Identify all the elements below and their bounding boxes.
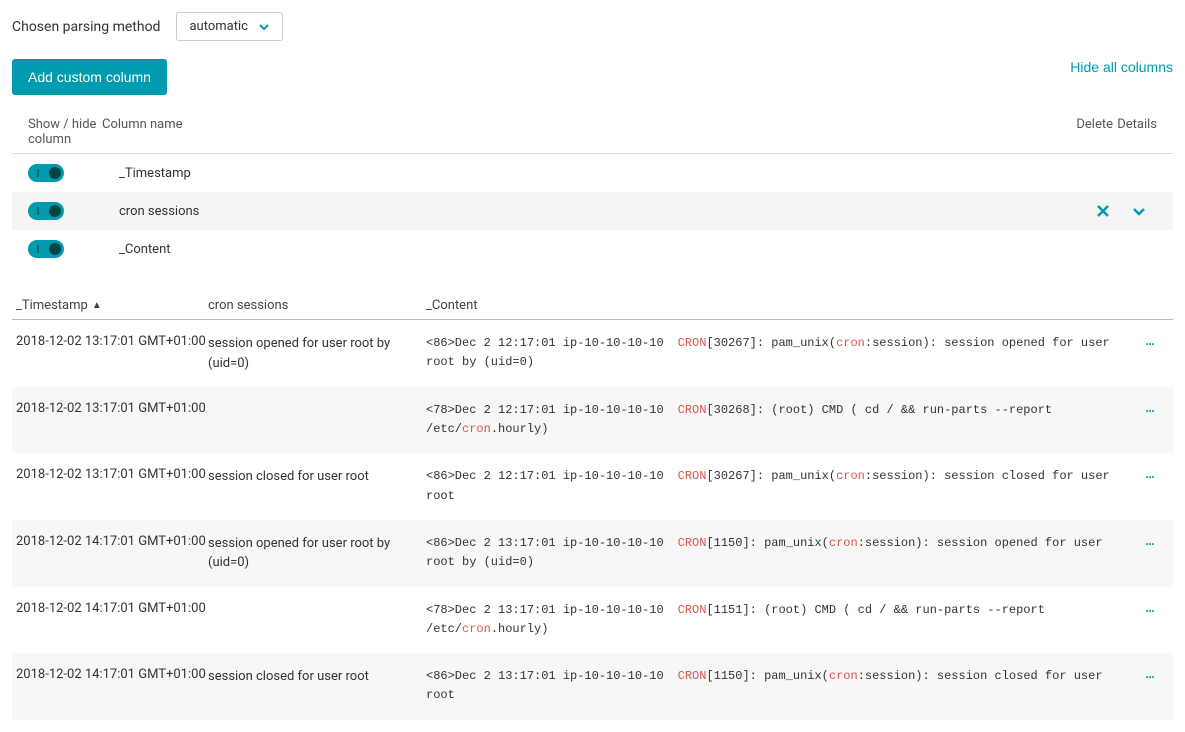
column-name: cron sessions <box>119 204 1095 219</box>
row-actions[interactable]: … <box>1129 467 1173 482</box>
th-cron[interactable]: cron sessions <box>208 298 426 313</box>
cell-cron: session opened for user root by (uid=0) <box>208 334 426 373</box>
column-row: _Timestamp <box>12 154 1173 192</box>
cell-content: <78>Dec 2 12:17:01 ip-10-10-10-10CRON[30… <box>426 401 1129 439</box>
row-actions[interactable]: … <box>1129 334 1173 349</box>
th-timestamp-label: _Timestamp <box>16 298 88 313</box>
close-icon[interactable] <box>1095 203 1111 219</box>
th-timestamp[interactable]: _Timestamp ▲ <box>12 298 208 313</box>
more-icon[interactable]: … <box>1145 401 1157 416</box>
cell-cron: session closed for user root <box>208 667 426 687</box>
more-icon[interactable]: … <box>1145 601 1157 616</box>
table-row: 2018-12-02 14:17:01 GMT+01:00session ope… <box>12 520 1173 587</box>
header-column-name: Column name <box>102 117 1053 147</box>
parsing-label: Chosen parsing method <box>12 19 160 35</box>
th-content[interactable]: _Content <box>426 298 1129 313</box>
add-column-button[interactable]: Add custom column <box>12 59 167 95</box>
cell-content: <86>Dec 2 13:17:01 ip-10-10-10-10CRON[11… <box>426 667 1129 705</box>
cell-cron: session closed for user root <box>208 467 426 487</box>
table-row: 2018-12-02 13:17:01 GMT+01:00 <78>Dec 2 1… <box>12 387 1173 453</box>
cell-content: <78>Dec 2 13:17:01 ip-10-10-10-10CRON[11… <box>426 601 1129 639</box>
more-icon[interactable]: … <box>1145 667 1157 682</box>
cell-timestamp: 2018-12-02 14:17:01 GMT+01:00 <box>12 534 208 549</box>
toggle-switch[interactable] <box>28 202 64 220</box>
column-row: _Content <box>12 230 1173 268</box>
more-icon[interactable]: … <box>1145 467 1157 482</box>
table-row: 2018-12-02 14:17:01 GMT+01:00 <78>Dec 2 1… <box>12 587 1173 653</box>
table-row: 2018-12-02 14:17:01 GMT+01:00session clo… <box>12 653 1173 719</box>
row-actions[interactable]: … <box>1129 601 1173 616</box>
row-actions[interactable]: … <box>1129 667 1173 682</box>
column-row: cron sessions <box>12 192 1173 230</box>
cell-timestamp: 2018-12-02 13:17:01 GMT+01:00 <box>12 467 208 482</box>
more-icon[interactable]: … <box>1145 534 1157 549</box>
cell-timestamp: 2018-12-02 14:17:01 GMT+01:00 <box>12 667 208 682</box>
cell-timestamp: 2018-12-02 13:17:01 GMT+01:00 <box>12 401 208 416</box>
cell-timestamp: 2018-12-02 13:17:01 GMT+01:00 <box>12 334 208 349</box>
row-actions[interactable]: … <box>1129 401 1173 416</box>
parsing-select[interactable]: automatic <box>176 12 282 41</box>
more-icon[interactable]: … <box>1145 334 1157 349</box>
hide-all-columns-button[interactable]: Hide all columns <box>1070 59 1173 75</box>
chevron-down-icon <box>258 21 270 33</box>
cell-cron: session opened for user root by (uid=0) <box>208 534 426 573</box>
column-name: _Content <box>119 242 1147 257</box>
sort-asc-icon: ▲ <box>92 300 102 311</box>
toggle-switch[interactable] <box>28 164 64 182</box>
cell-timestamp: 2018-12-02 14:17:01 GMT+01:00 <box>12 601 208 616</box>
chevron-down-icon[interactable] <box>1131 203 1147 219</box>
header-details: Details <box>1113 117 1173 147</box>
cell-content: <86>Dec 2 12:17:01 ip-10-10-10-10CRON[30… <box>426 467 1129 505</box>
cell-content: <86>Dec 2 13:17:01 ip-10-10-10-10CRON[11… <box>426 534 1129 572</box>
header-show-hide: Show / hide column <box>12 117 102 147</box>
column-name: _Timestamp <box>119 166 1147 181</box>
cell-content: <86>Dec 2 12:17:01 ip-10-10-10-10CRON[30… <box>426 334 1129 372</box>
parsing-value: automatic <box>189 19 247 34</box>
row-actions[interactable]: … <box>1129 534 1173 549</box>
toggle-switch[interactable] <box>28 240 64 258</box>
header-delete: Delete <box>1053 117 1113 147</box>
table-row: 2018-12-02 13:17:01 GMT+01:00session clo… <box>12 453 1173 519</box>
table-row: 2018-12-02 13:17:01 GMT+01:00session ope… <box>12 320 1173 387</box>
